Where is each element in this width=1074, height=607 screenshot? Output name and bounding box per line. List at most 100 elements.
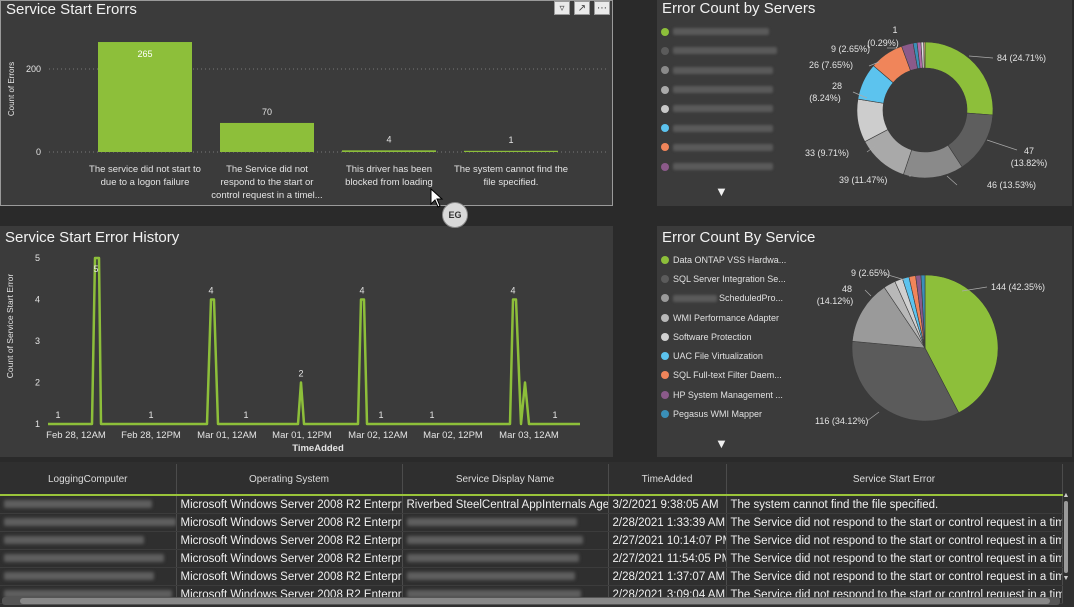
column-header-logging-computer[interactable]: LoggingComputer: [0, 464, 177, 496]
bar-data-label: 265: [137, 49, 152, 59]
slice-data-label: 9 (2.65%): [831, 44, 870, 54]
cell-service-display-name: [402, 531, 609, 550]
table-header-row: LoggingComputer Operating System Service…: [0, 464, 1063, 496]
redacted-service-name: [406, 536, 583, 545]
horizontal-scrollbar[interactable]: [2, 597, 1060, 605]
y-axis-label: Count of Errors: [7, 62, 16, 116]
y-tick-label: 4: [35, 295, 40, 305]
cell-logging-computer: [0, 549, 177, 568]
redacted-computer-name: [4, 500, 152, 509]
scroll-down-icon[interactable]: ▼: [1062, 575, 1070, 582]
y-tick-label: 200: [26, 64, 41, 74]
bar-category-label: The Service did not: [226, 164, 308, 175]
servers-slice: [924, 41, 994, 116]
servers-donut-chart: 84 (24.71%) 47 (13.82%) 46 (13.53%) 39 (11.4…: [805, 25, 1048, 190]
point-data-label: 5: [93, 264, 98, 274]
point-data-label: 1: [55, 410, 60, 420]
cell-operating-system: Microsoft Windows Server 2008 R2 Enterpr…: [176, 549, 403, 568]
service-start-errors-panel: Service Start Erorrs ▿ ↗ ⋯ 200 0 Count of …: [0, 0, 613, 206]
slice-data-label: 144 (42.35%): [991, 282, 1045, 292]
cell-service-display-name: [402, 567, 609, 586]
cell-time-added: 2/28/2021 1:37:07 AM: [608, 567, 727, 586]
x-tick-label: Feb 28, 12AM: [46, 430, 106, 441]
service-pie-chart: 144 (42.35%) 116 (34.12%) 48 (14.12%) 9 (2.6…: [815, 268, 1045, 426]
redacted-service-name: [406, 572, 575, 581]
leader-line: [866, 411, 880, 422]
user-avatar[interactable]: EG: [442, 202, 468, 228]
slice-data-label: 116 (34.12%): [815, 416, 868, 426]
x-tick-label: Mar 02, 12AM: [348, 430, 408, 441]
column-header-operating-system[interactable]: Operating System: [176, 464, 403, 496]
y-tick-label: 2: [35, 378, 40, 388]
cell-service-display-name: Riverbed SteelCentral AppInternals Agent: [402, 495, 609, 514]
y-tick-label: 0: [36, 147, 41, 157]
table-row[interactable]: Microsoft Windows Server 2008 R2 Enterpr…: [0, 567, 1063, 586]
slice-data-label: 26 (7.65%): [809, 60, 853, 70]
mouse-cursor-icon: [430, 188, 444, 208]
service-errors-table: LoggingComputer Operating System Service…: [0, 462, 1074, 607]
redacted-computer-name: [4, 536, 144, 545]
bar-data-label: 70: [262, 107, 272, 117]
scroll-thumb[interactable]: [20, 598, 1050, 604]
table-row[interactable]: Microsoft Windows Server 2008 R2 Enterpr…: [0, 513, 1063, 532]
point-data-label: 1: [148, 410, 153, 420]
bar-data-label: 1: [508, 135, 513, 145]
leader-line: [864, 289, 872, 297]
x-tick-label: Mar 03, 12AM: [499, 430, 559, 441]
bar-category-label: This driver has been: [346, 164, 432, 175]
cell-logging-computer: [0, 531, 177, 550]
table-row[interactable]: Microsoft Windows Server 2008 R2 Enterpr…: [0, 495, 1063, 514]
slice-data-label: 84 (24.71%): [997, 53, 1046, 63]
slice-data-label: (13.82%): [1011, 158, 1048, 168]
point-data-label: 4: [208, 286, 213, 296]
redacted-service-name: [406, 554, 579, 563]
leader-line: [946, 175, 958, 186]
vertical-scrollbar[interactable]: ▲ ▼: [1062, 492, 1070, 590]
slice-data-label: (0.29%): [867, 38, 899, 48]
cell-logging-computer: [0, 567, 177, 586]
y-axis-label: Count of Service Start Error: [5, 274, 15, 379]
x-tick-label: Mar 01, 12PM: [272, 430, 332, 441]
redacted-computer-name: [4, 572, 154, 581]
leader-line: [986, 139, 1018, 151]
y-tick-label: 1: [35, 419, 40, 429]
cell-time-added: 2/27/2021 11:54:05 PM: [608, 549, 727, 568]
point-data-label: 4: [510, 286, 515, 296]
slice-data-label: (8.24%): [809, 93, 841, 103]
point-data-label: 1: [429, 410, 434, 420]
bar: [464, 150, 558, 152]
cell-service-start-error: The Service did not respond to the start…: [726, 549, 1063, 568]
slice-data-label: 48: [842, 284, 852, 294]
bar: [220, 122, 314, 152]
slice-data-label: 28: [832, 81, 842, 91]
slice-data-label: 39 (11.47%): [839, 175, 887, 185]
table-row[interactable]: Microsoft Windows Server 2008 R2 Enterpr…: [0, 549, 1063, 568]
bar-category-label: The service did not start to: [89, 164, 201, 175]
column-header-time-added[interactable]: TimeAdded: [608, 464, 727, 496]
cell-service-start-error: The system cannot find the file specifie…: [726, 495, 1063, 514]
table-row[interactable]: Microsoft Windows Server 2008 R2 Enterpr…: [0, 531, 1063, 550]
leader-line: [968, 55, 994, 59]
scroll-up-icon[interactable]: ▲: [1062, 492, 1070, 499]
column-header-service-start-error[interactable]: Service Start Error: [726, 464, 1063, 496]
point-data-label: 4: [359, 286, 364, 296]
cell-operating-system: Microsoft Windows Server 2008 R2 Enterpr…: [176, 495, 403, 514]
bar-data-label: 4: [386, 134, 391, 144]
scroll-thumb[interactable]: [1064, 501, 1068, 573]
service-start-errors-bar-chart: 200 0 Count of Errors 265 The service did no…: [7, 42, 607, 201]
bar-category-label: The system cannot find the: [454, 164, 568, 175]
redacted-service-name: [406, 518, 577, 527]
point-data-label: 1: [243, 410, 248, 420]
cell-time-added: 2/28/2021 1:33:39 AM: [608, 513, 727, 532]
x-tick-label: Feb 28, 12PM: [121, 430, 181, 441]
point-data-label: 1: [552, 410, 557, 420]
bar-category-label: control request in a timel...: [211, 190, 322, 201]
series-line: [48, 256, 580, 426]
redacted-computer-name: [4, 554, 164, 563]
cell-service-display-name: [402, 513, 609, 532]
cell-logging-computer: [0, 495, 177, 514]
slice-data-label: (14.12%): [817, 296, 854, 306]
bar: [342, 150, 436, 152]
column-header-service-display-name[interactable]: Service Display Name: [402, 464, 609, 496]
error-count-by-servers-panel: Error Count by Servers ▼ 84 (24.71%) 47 (1…: [657, 0, 1072, 206]
